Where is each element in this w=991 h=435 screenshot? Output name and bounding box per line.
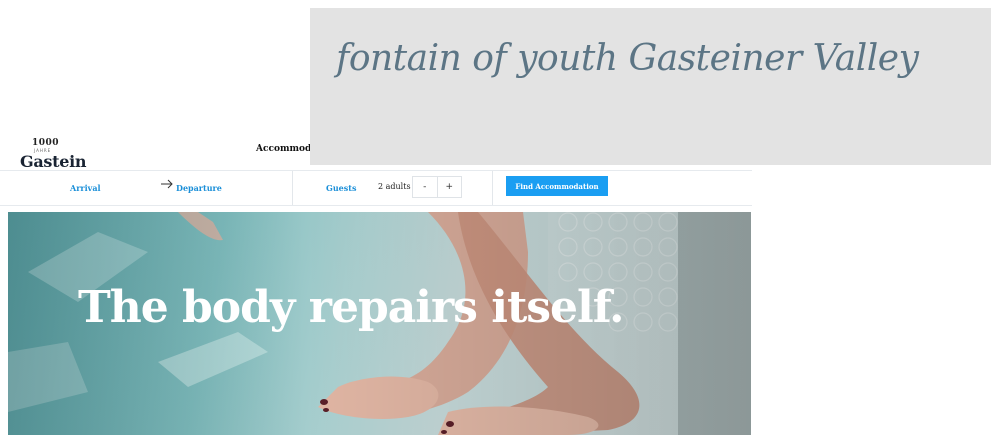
departure-field[interactable]: Departure (176, 183, 222, 193)
divider (492, 171, 493, 205)
zoom-panel: fontain of youth Gasteiner Valley (310, 8, 991, 165)
adults-value: 2 adults (378, 182, 411, 191)
guests-label: Guests (326, 183, 357, 193)
nav-item-accommodation[interactable]: Accommoda (256, 144, 317, 154)
booking-bar: Arrival Departure Guests 2 adults - + Fi… (0, 170, 752, 206)
logo-years: 1000 (32, 138, 60, 148)
zoom-text: fontain of youth Gasteiner Valley (336, 38, 919, 79)
arrow-right-icon (160, 178, 174, 194)
guests-stepper: - + (412, 176, 462, 198)
arrival-field[interactable]: Arrival (70, 183, 101, 193)
logo[interactable]: 1000 JAHRE Gastein (20, 138, 100, 171)
decrement-button[interactable]: - (413, 177, 437, 197)
hero-image: The body repairs itself. (8, 212, 751, 435)
hero-title: The body repairs itself. (78, 282, 624, 333)
increment-button[interactable]: + (436, 177, 462, 197)
find-accommodation-button[interactable]: Find Accommodation (506, 176, 608, 196)
arrow-right-icon-svg (161, 179, 173, 189)
logo-name: Gastein (20, 152, 87, 171)
divider (292, 171, 293, 205)
